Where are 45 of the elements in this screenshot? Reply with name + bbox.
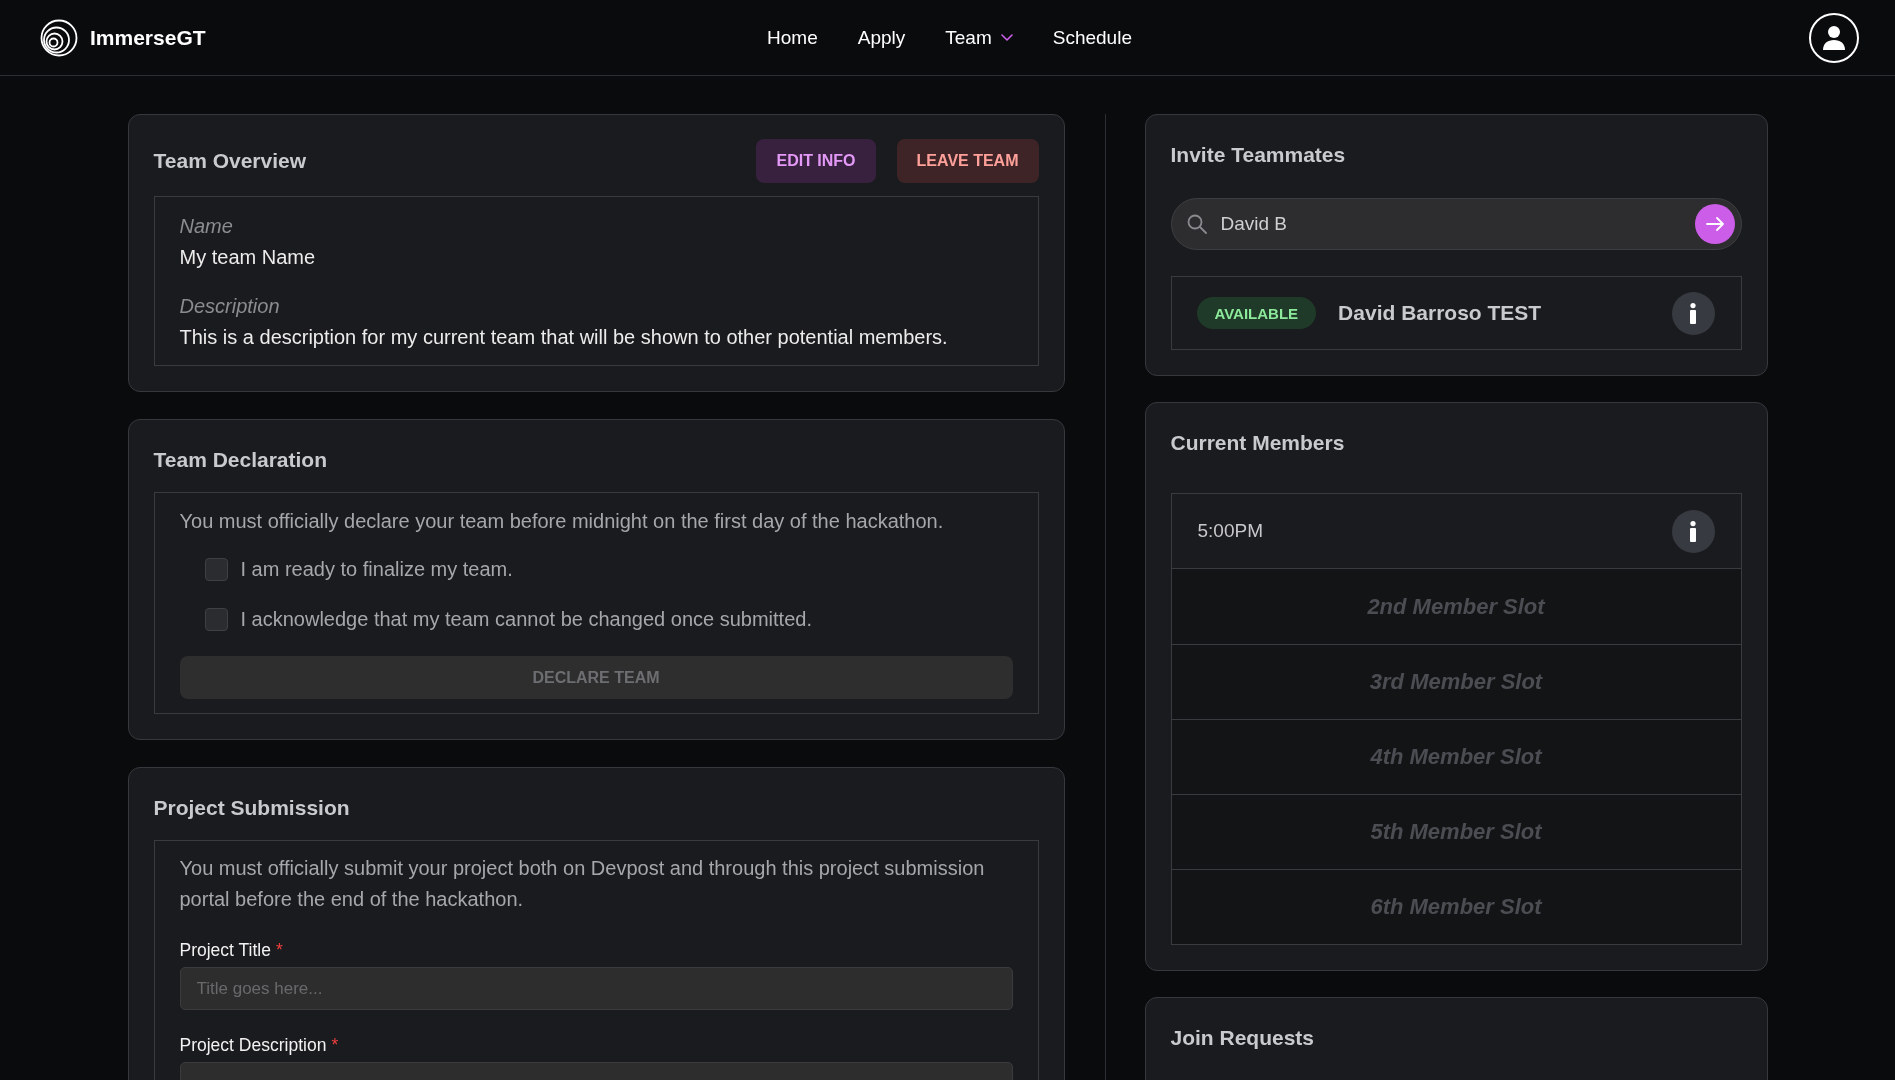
field-label: Description xyxy=(179,294,281,319)
panel-title: Team Declaration xyxy=(153,448,327,472)
search-submit-button[interactable] xyxy=(1694,204,1735,244)
input-label: Project Description * xyxy=(179,1034,340,1057)
input-label: Project Title * xyxy=(179,939,284,962)
declaration-notice: You must officially declare your team before midnight on the first day of the hackathon. xyxy=(179,509,945,534)
person-name: David Barroso TEST xyxy=(1338,301,1543,325)
checkbox[interactable] xyxy=(204,607,228,631)
brand-name: ImmerseGT xyxy=(90,25,206,50)
panel-title: Current Members xyxy=(1170,431,1345,455)
text-input-field[interactable]: Title goes here... xyxy=(179,967,1013,1010)
field-value: My team Name xyxy=(179,245,317,270)
checkbox-label: I am ready to finalize my team. xyxy=(240,557,513,581)
submission-notice: You must officially submit your project both on Devpost and through this project submission portal before the end of the hackathon. xyxy=(179,856,986,912)
field-value: This is a description for my current team that will be shown to other potential members. xyxy=(179,325,949,350)
field-label: Name xyxy=(179,214,234,239)
member-name: 5:00PM xyxy=(1197,520,1263,542)
empty-member-slot: 2nd Member Slot xyxy=(1171,569,1741,644)
panel-title: Project Submission xyxy=(153,796,350,820)
panel-title: Invite Teammates xyxy=(1170,143,1346,167)
empty-member-slot: 4th Member Slot xyxy=(1171,719,1741,794)
search-icon xyxy=(1186,214,1207,234)
empty-member-slot: 3rd Member Slot xyxy=(1171,644,1741,719)
panel-title: Team Overview xyxy=(153,149,307,173)
user-icon xyxy=(1823,25,1845,50)
arrow-right-icon xyxy=(1705,217,1724,231)
nav-link[interactable]: Schedule xyxy=(1052,26,1132,49)
panel-title: Join Requests xyxy=(1170,1026,1315,1050)
logo-icon xyxy=(40,18,78,57)
search-input[interactable]: David B xyxy=(1220,213,1681,235)
search-field[interactable]: David B xyxy=(1170,198,1742,250)
checkbox-label: I acknowledge that my team cannot be changed once submitted. xyxy=(240,607,812,631)
info-icon xyxy=(1689,302,1697,324)
nav-dropdown[interactable]: Team xyxy=(945,26,1013,49)
empty-member-slot: 5th Member Slot xyxy=(1171,794,1741,869)
status-badge: AVAILABLE xyxy=(1196,297,1317,329)
edit-info-button[interactable]: EDIT INFO xyxy=(756,139,876,183)
empty-member-slot: 6th Member Slot xyxy=(1171,869,1741,944)
nav-link[interactable]: Home xyxy=(767,26,818,49)
info-icon xyxy=(1689,520,1697,542)
nav-link[interactable]: Apply xyxy=(857,26,906,49)
leave-team-button[interactable]: LEAVE TEAM xyxy=(896,139,1039,183)
chevron-down-icon xyxy=(1000,34,1013,41)
profile-button[interactable] xyxy=(1809,12,1859,63)
checkbox[interactable] xyxy=(204,557,228,581)
